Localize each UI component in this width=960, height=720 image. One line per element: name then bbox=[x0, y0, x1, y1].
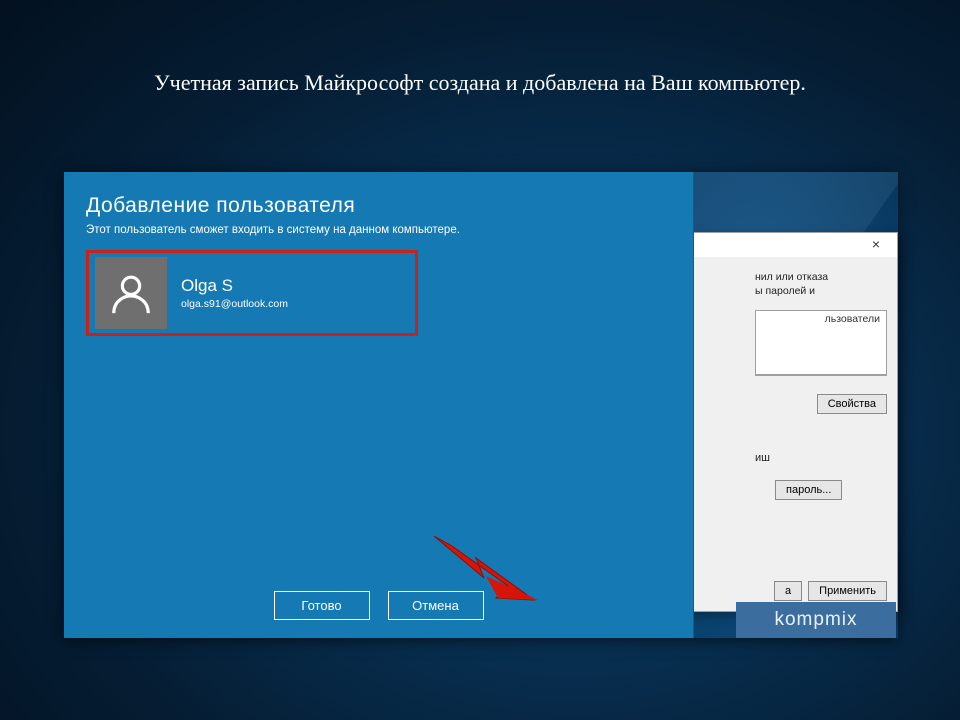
user-display-name: Olga S bbox=[181, 276, 288, 296]
change-password-label: иш bbox=[755, 452, 887, 464]
user-email: olga.s91@outlook.com bbox=[181, 298, 288, 310]
close-icon[interactable]: × bbox=[861, 235, 891, 255]
users-list[interactable]: льзователи bbox=[755, 310, 887, 376]
panel-subtitle: Этот пользователь сможет входить в систе… bbox=[86, 224, 460, 236]
panel-title: Добавление пользователя bbox=[86, 194, 355, 218]
user-accounts-hint: нил или отказа ы паролей и bbox=[755, 271, 887, 298]
user-accounts-titlebar[interactable]: × bbox=[685, 233, 897, 257]
done-button[interactable]: Готово bbox=[274, 591, 370, 620]
user-avatar bbox=[95, 257, 167, 329]
watermark: kompmix bbox=[736, 602, 896, 638]
add-user-panel: Добавление пользователя Этот пользовател… bbox=[64, 172, 694, 638]
properties-button[interactable]: Свойства bbox=[817, 394, 887, 414]
password-button[interactable]: пароль... bbox=[775, 480, 842, 500]
cancel-button[interactable]: Отмена bbox=[388, 591, 484, 620]
apply-button[interactable]: Применить bbox=[808, 581, 887, 601]
users-list-header: льзователи bbox=[819, 311, 886, 327]
user-accounts-window: × нил или отказа ы паролей и льзователи … bbox=[684, 232, 898, 612]
panel-button-row: Готово Отмена bbox=[64, 591, 693, 620]
user-card-highlight: Olga S olga.s91@outlook.com bbox=[86, 250, 418, 336]
tutorial-caption: Учетная запись Майкрософт создана и доба… bbox=[0, 70, 960, 96]
close-button[interactable]: а bbox=[774, 581, 802, 601]
screenshot-area: × нил или отказа ы паролей и льзователи … bbox=[64, 172, 896, 638]
person-icon bbox=[108, 270, 154, 316]
